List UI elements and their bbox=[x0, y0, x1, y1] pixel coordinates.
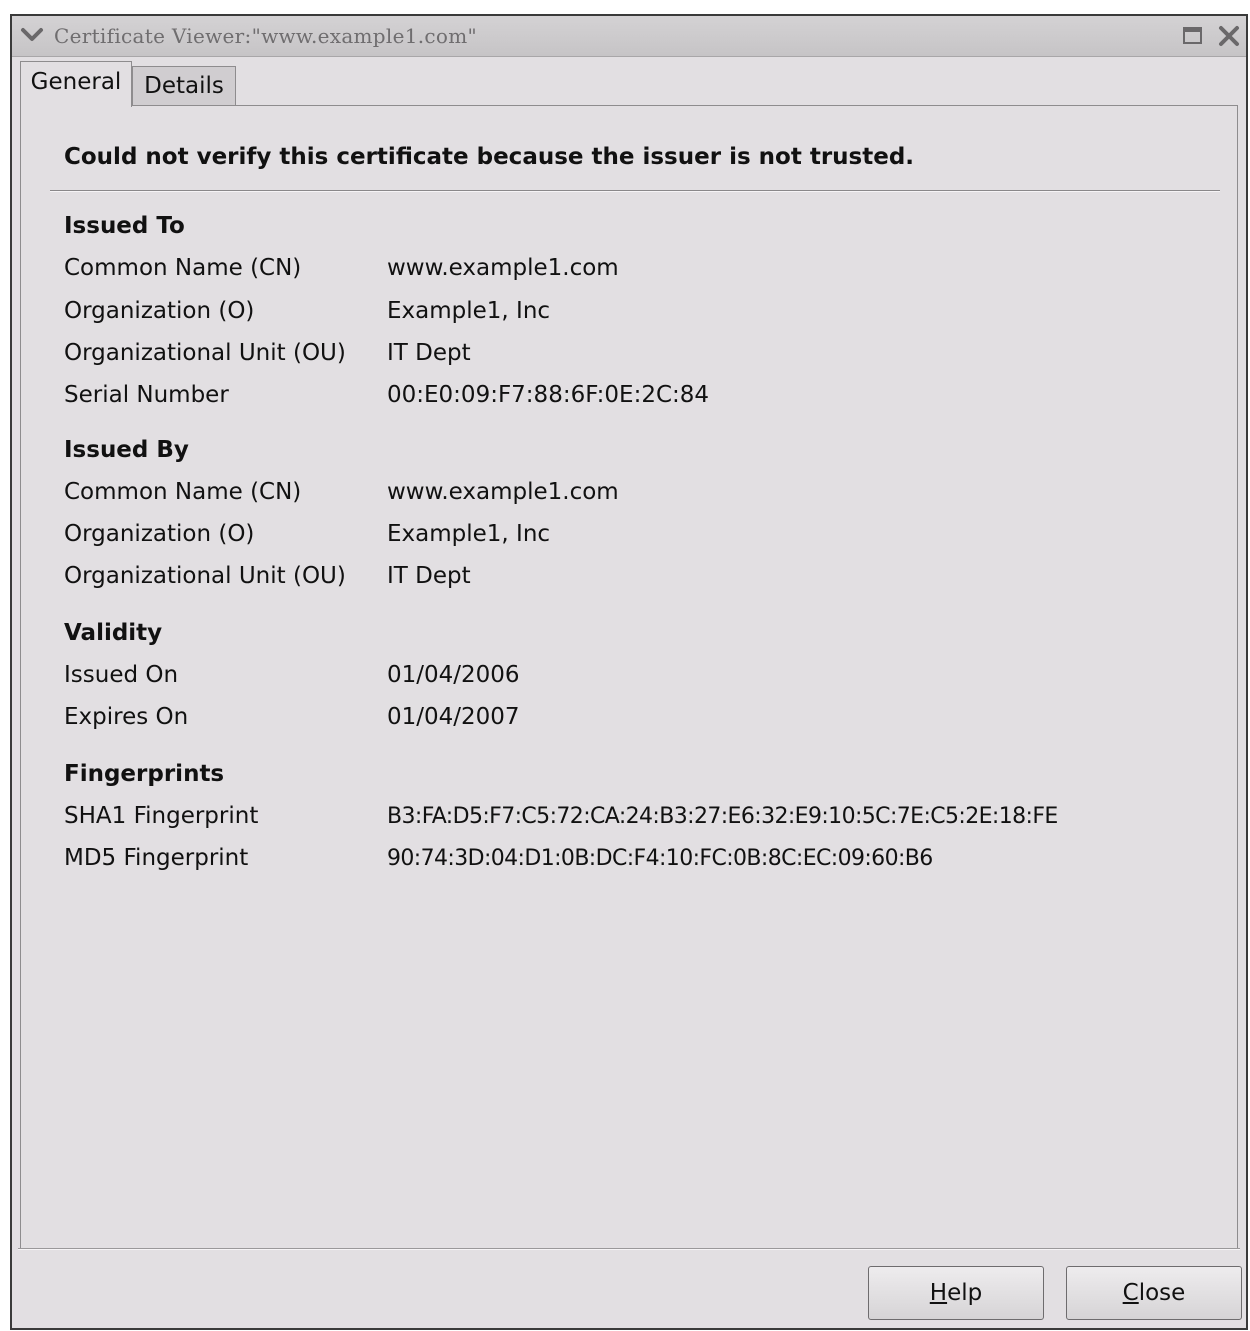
issued-by-ou-value: IT Dept bbox=[387, 563, 471, 589]
md5-fingerprint-value: 90:74:3D:04:D1:0B:DC:F4:10:FC:0B:8C:EC:0… bbox=[387, 846, 933, 871]
issued-to-ou-value: IT Dept bbox=[387, 340, 471, 366]
issued-on-value: 01/04/2006 bbox=[387, 662, 520, 688]
issued-to-org-value: Example1, Inc bbox=[387, 298, 551, 324]
tab-general[interactable]: General bbox=[20, 61, 132, 107]
md5-fingerprint-label: MD5 Fingerprint bbox=[64, 845, 249, 871]
divider bbox=[50, 190, 1220, 192]
sha1-fingerprint-label: SHA1 Fingerprint bbox=[64, 803, 259, 829]
issued-by-cn-label: Common Name (CN) bbox=[64, 479, 302, 505]
footer-divider bbox=[18, 1248, 1240, 1250]
issued-by-cn-value: www.example1.com bbox=[387, 479, 619, 505]
close-icon[interactable] bbox=[1216, 24, 1242, 48]
issued-by-org-value: Example1, Inc bbox=[387, 521, 551, 547]
close-button-label: lose bbox=[1138, 1280, 1186, 1306]
help-button[interactable]: Help bbox=[868, 1266, 1044, 1320]
close-button-mnemonic: C bbox=[1122, 1280, 1139, 1306]
trust-warning-message: Could not verify this certificate becaus… bbox=[64, 144, 915, 170]
validity-heading: Validity bbox=[64, 620, 163, 646]
issued-to-ou-label: Organizational Unit (OU) bbox=[64, 340, 346, 366]
sha1-fingerprint-value: B3:FA:D5:F7:C5:72:CA:24:B3:27:E6:32:E9:1… bbox=[387, 804, 1058, 829]
help-button-mnemonic: H bbox=[929, 1280, 948, 1306]
window-title: Certificate Viewer:"www.example1.com" bbox=[54, 24, 478, 48]
serial-number-label: Serial Number bbox=[64, 382, 229, 408]
issued-on-label: Issued On bbox=[64, 662, 179, 688]
issued-to-org-label: Organization (O) bbox=[64, 298, 255, 324]
issued-by-org-label: Organization (O) bbox=[64, 521, 255, 547]
tab-details[interactable]: Details bbox=[132, 66, 236, 106]
expires-on-value: 01/04/2007 bbox=[387, 704, 520, 730]
issued-to-cn-value: www.example1.com bbox=[387, 255, 619, 281]
certificate-viewer-window: Certificate Viewer:"www.example1.com" Ge… bbox=[10, 14, 1248, 1330]
help-button-label: elp bbox=[947, 1280, 983, 1306]
issued-by-ou-label: Organizational Unit (OU) bbox=[64, 563, 346, 589]
issued-to-heading: Issued To bbox=[64, 213, 185, 239]
issued-to-cn-label: Common Name (CN) bbox=[64, 255, 302, 281]
title-bar[interactable]: Certificate Viewer:"www.example1.com" bbox=[12, 16, 1246, 57]
fingerprints-heading: Fingerprints bbox=[64, 761, 225, 787]
issued-by-heading: Issued By bbox=[64, 437, 189, 463]
expires-on-label: Expires On bbox=[64, 704, 189, 730]
maximize-icon[interactable] bbox=[1180, 24, 1206, 48]
serial-number-value: 00:E0:09:F7:88:6F:0E:2C:84 bbox=[387, 382, 710, 408]
chevron-down-icon[interactable] bbox=[20, 24, 44, 46]
close-button[interactable]: Close bbox=[1066, 1266, 1242, 1320]
